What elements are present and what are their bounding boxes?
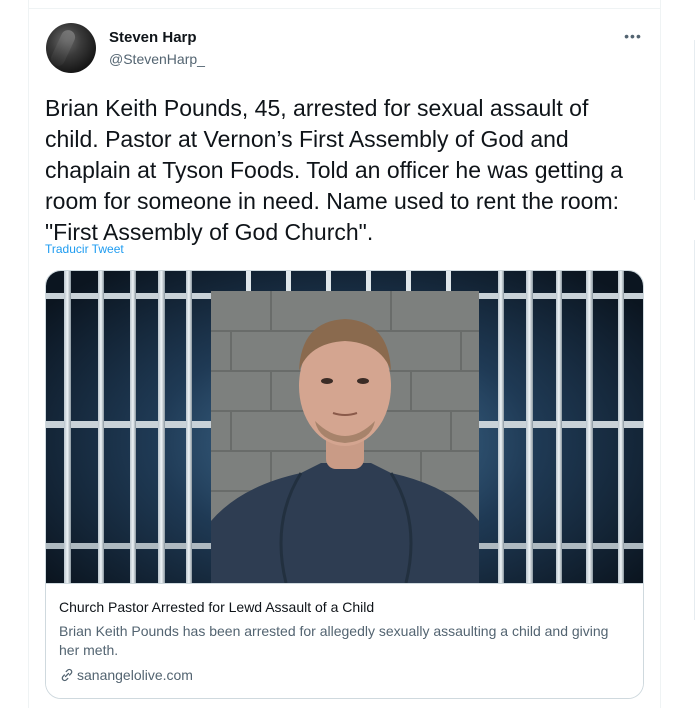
link-card-title: Church Pastor Arrested for Lewd Assault … (59, 599, 375, 615)
author-display-name[interactable]: Steven Harp (109, 29, 197, 46)
left-column-border (28, 0, 29, 708)
mugshot-photo (211, 291, 479, 583)
link-card-domain: sanangelolive.com (77, 667, 193, 683)
tweet-page: Steven Harp @StevenHarp_ ••• Brian Keith… (0, 0, 700, 708)
link-card-meta: Church Pastor Arrested for Lewd Assault … (46, 583, 643, 698)
link-card-domain-row: sanangelolive.com (59, 667, 193, 683)
link-card-description: Brian Keith Pounds has been arrested for… (59, 623, 609, 658)
translate-tweet-link[interactable]: Traducir Tweet (45, 242, 124, 256)
avatar[interactable] (46, 23, 96, 73)
link-card[interactable]: Church Pastor Arrested for Lewd Assault … (45, 270, 644, 699)
author-handle[interactable]: @StevenHarp_ (109, 51, 205, 67)
link-card-image (46, 271, 643, 583)
top-divider (28, 8, 660, 9)
link-icon (61, 668, 73, 682)
sidebar-edge (690, 0, 700, 708)
more-horizontal-icon[interactable]: ••• (622, 28, 644, 44)
tweet-text: Brian Keith Pounds, 45, arrested for sex… (45, 95, 630, 245)
right-column-border (660, 0, 661, 708)
